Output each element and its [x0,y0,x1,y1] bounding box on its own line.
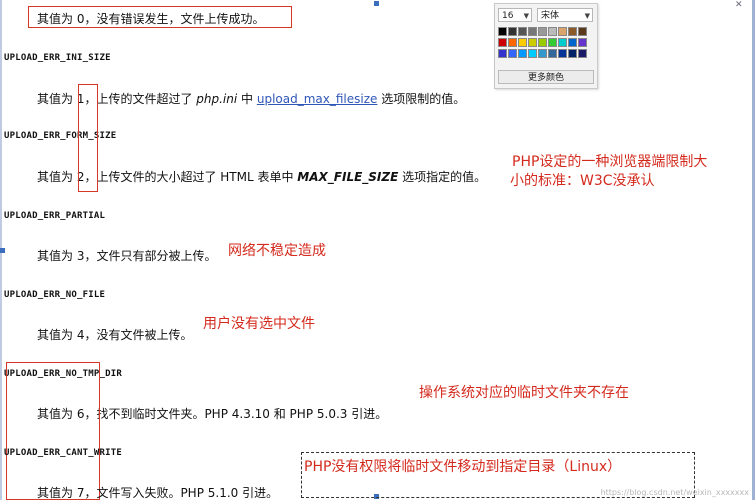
const-upload-err-ini-size: UPLOAD_ERR_INI_SIZE [4,53,111,63]
color-swatch[interactable] [538,38,547,47]
annotation-no-file: 用户没有选中文件 [203,316,315,332]
more-colors-button[interactable]: 更多颜色 [498,70,594,84]
color-swatch[interactable] [578,49,587,58]
resize-handle-top[interactable] [374,1,379,6]
color-swatch[interactable] [578,27,587,36]
swatch-row [498,49,594,58]
swatch-row [498,38,594,47]
desc-err-cant-write: 其值为 7，文件写入失败。PHP 5.1.0 引进。 [37,486,279,500]
annotation-cant-write: PHP没有权限将临时文件移动到指定目录（Linux） [304,459,622,475]
color-swatch[interactable] [548,27,557,36]
upload-max-filesize-link[interactable]: upload_max_filesize [257,92,378,106]
color-swatch[interactable] [508,27,517,36]
color-swatch[interactable] [508,49,517,58]
resize-handle-left[interactable] [0,248,5,253]
color-swatch[interactable] [558,27,567,36]
color-swatch[interactable] [518,49,527,58]
desc-err-form-size: 其值为 2，上传文件的大小超过了 HTML 表单中 MAX_FILE_SIZE … [37,170,487,184]
annotation-form-size-line2: 小的标准：W3C没承认 [510,173,655,189]
color-swatch[interactable] [508,38,517,47]
font-size-select[interactable]: 16 ▼ [498,8,532,22]
annotation-partial: 网络不稳定造成 [228,243,326,259]
color-swatch[interactable] [578,38,587,47]
color-swatch[interactable] [538,49,547,58]
color-swatch[interactable] [528,49,537,58]
desc-err-ini-size: 其值为 1，上传的文件超过了 php.ini 中 upload_max_file… [37,92,466,106]
font-color-picker: 16 ▼ 宋体 ▼ 更多颜色 [494,3,598,89]
font-family-select[interactable]: 宋体 ▼ [537,8,593,22]
highlight-box-values-6-7 [6,362,100,500]
color-swatch[interactable] [518,38,527,47]
watermark: https://blog.csdn.net/weixin_xxxxxxx [600,488,749,497]
color-swatch[interactable] [568,27,577,36]
highlight-box-values-1-2 [78,84,98,192]
color-swatch[interactable] [568,38,577,47]
color-swatch[interactable] [498,49,507,58]
color-swatch[interactable] [558,38,567,47]
highlight-box-value-0 [28,6,292,28]
const-upload-err-cant-write: UPLOAD_ERR_CANT_WRITE [4,448,122,458]
color-swatch[interactable] [548,49,557,58]
color-swatch[interactable] [498,38,507,47]
color-swatch[interactable] [538,27,547,36]
const-upload-err-partial: UPLOAD_ERR_PARTIAL [4,211,106,221]
color-swatch[interactable] [528,38,537,47]
chevron-down-icon: ▼ [584,12,590,20]
color-swatch[interactable] [498,27,507,36]
swatch-row [498,27,594,36]
document-canvas: 其值为 0，没有错误发生，文件上传成功。 UPLOAD_ERR_INI_SIZE… [0,0,755,500]
const-upload-err-form-size: UPLOAD_ERR_FORM_SIZE [4,131,117,141]
chevron-down-icon: ▼ [523,12,529,20]
color-swatch[interactable] [568,49,577,58]
color-swatch[interactable] [558,49,567,58]
color-swatch[interactable] [528,27,537,36]
color-swatch-grid [498,27,594,60]
close-icon[interactable]: ✕ [735,0,743,10]
annotation-form-size-line1: PHP设定的一种浏览器端限制大 [512,154,708,170]
const-upload-err-no-file: UPLOAD_ERR_NO_FILE [4,290,106,300]
color-swatch[interactable] [548,38,557,47]
desc-err-partial: 其值为 3，文件只有部分被上传。 [37,249,217,263]
color-swatch[interactable] [518,27,527,36]
annotation-no-tmp-dir: 操作系统对应的临时文件夹不存在 [419,385,629,401]
desc-err-no-file: 其值为 4，没有文件被上传。 [37,328,193,342]
